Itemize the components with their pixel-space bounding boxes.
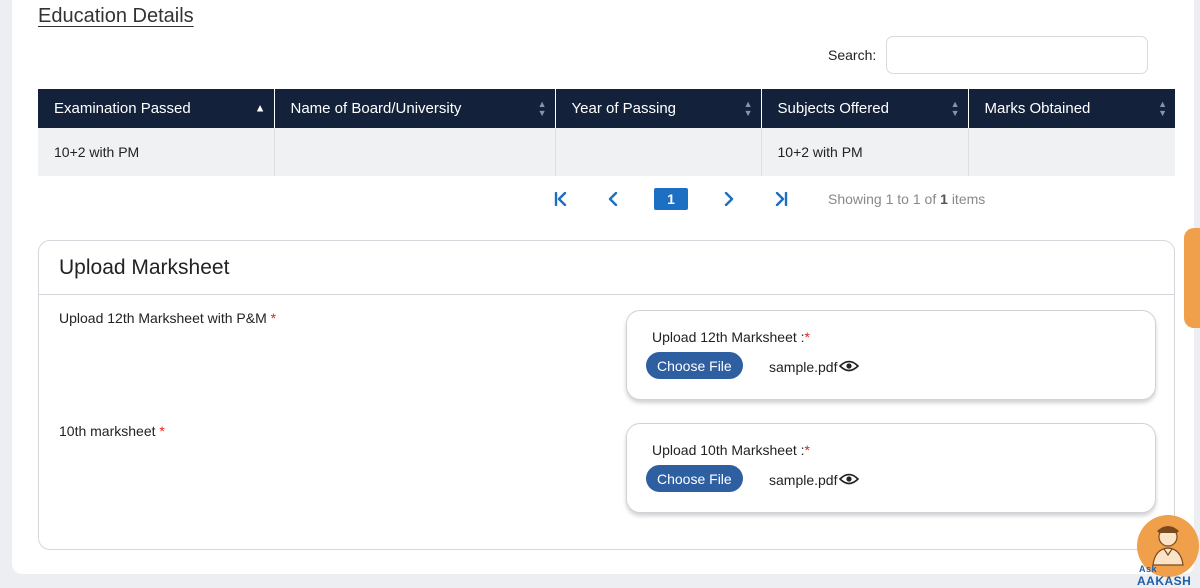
- choose-file-button[interactable]: Choose File: [646, 352, 743, 379]
- column-header-subjects-offered[interactable]: Subjects Offered ▲ ▼: [761, 89, 969, 128]
- prev-page-icon[interactable]: [602, 188, 624, 210]
- table-cell: 10+2 with PM: [38, 128, 275, 176]
- file-box-label: Upload 10th Marksheet :*: [652, 442, 810, 458]
- education-table: Examination Passed ▲ Name of Board/Unive…: [38, 89, 1175, 176]
- search-input[interactable]: [886, 36, 1149, 74]
- search-bar: Search:: [828, 36, 1149, 74]
- sort-asc-icon: ▲: [254, 102, 266, 114]
- page-container: Education Details Search: Examination Pa…: [12, 0, 1194, 574]
- upload-marksheet-card: Upload Marksheet Upload 12th Marksheet w…: [38, 240, 1175, 550]
- table-cell: 10+2 with PM: [761, 128, 969, 176]
- sort-icon: ▲ ▼: [950, 98, 960, 118]
- help-assistant[interactable]: Ask AAKASH: [1137, 515, 1200, 588]
- pagination: 1 Showing 1 to 1 of 1 items: [550, 188, 985, 210]
- file-name: sample.pdf: [769, 359, 860, 375]
- sort-icon: ▲ ▼: [1158, 98, 1167, 118]
- eye-icon[interactable]: [839, 359, 860, 375]
- next-page-icon[interactable]: [718, 188, 740, 210]
- last-page-icon[interactable]: [770, 188, 792, 210]
- first-page-icon[interactable]: [550, 188, 572, 210]
- file-upload-12th: Upload 12th Marksheet :* Choose File sam…: [626, 310, 1156, 400]
- section-title: Education Details: [38, 5, 194, 27]
- eye-icon[interactable]: [839, 472, 860, 488]
- upload-title: Upload Marksheet: [59, 256, 230, 279]
- pagination-info: Showing 1 to 1 of 1 items: [828, 191, 986, 207]
- sort-icon: ▲ ▼: [537, 98, 547, 118]
- divider: [39, 294, 1174, 295]
- sort-icon: ▲ ▼: [743, 98, 753, 118]
- field-label-10th: 10th marksheet *: [59, 423, 165, 439]
- column-header-board-university[interactable]: Name of Board/University ▲ ▼: [274, 89, 556, 128]
- table-header-row: Examination Passed ▲ Name of Board/Unive…: [38, 89, 1175, 128]
- column-header-year-of-passing[interactable]: Year of Passing ▲ ▼: [555, 89, 762, 128]
- column-header-marks-obtained[interactable]: Marks Obtained ▲ ▼: [968, 89, 1175, 128]
- table-row: 10+2 with PM 10+2 with PM: [38, 128, 1175, 176]
- file-upload-10th: Upload 10th Marksheet :* Choose File sam…: [626, 423, 1156, 513]
- side-feedback-tab[interactable]: [1184, 228, 1200, 328]
- column-header-examination-passed[interactable]: Examination Passed ▲: [38, 89, 275, 128]
- field-label-12th: Upload 12th Marksheet with P&M *: [59, 310, 277, 326]
- file-name: sample.pdf: [769, 472, 860, 488]
- table-cell: [968, 128, 1175, 176]
- file-box-label: Upload 12th Marksheet :*: [652, 329, 810, 345]
- search-label: Search:: [828, 47, 877, 63]
- table-cell: [555, 128, 762, 176]
- page-number-button[interactable]: 1: [654, 188, 688, 210]
- choose-file-button[interactable]: Choose File: [646, 465, 743, 492]
- table-cell: [274, 128, 556, 176]
